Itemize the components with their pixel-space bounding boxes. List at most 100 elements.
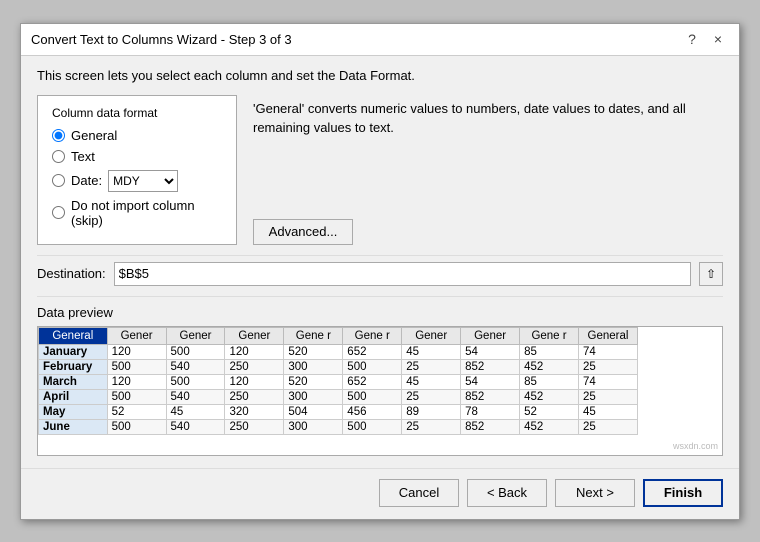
radio-skip-label: Do not import column (skip) bbox=[71, 198, 222, 228]
data-preview-section: Data preview GeneralGenerGenerGenerGene … bbox=[37, 296, 723, 456]
table-cell: 78 bbox=[461, 404, 520, 419]
table-cell: 52 bbox=[520, 404, 579, 419]
table-cell: 500 bbox=[166, 344, 225, 359]
table-cell: 85 bbox=[520, 344, 579, 359]
table-cell: 652 bbox=[343, 344, 402, 359]
preview-col-header[interactable]: Gener bbox=[225, 327, 284, 344]
table-cell: 452 bbox=[520, 389, 579, 404]
table-cell: 300 bbox=[284, 359, 343, 374]
close-button[interactable]: × bbox=[707, 28, 729, 50]
table-cell: 54 bbox=[461, 374, 520, 389]
watermark: wsxdn.com bbox=[673, 441, 718, 451]
table-cell: January bbox=[39, 344, 108, 359]
table-cell: 500 bbox=[343, 419, 402, 434]
table-cell: 25 bbox=[402, 389, 461, 404]
radio-date-row: Date: MDY DMY YMD bbox=[52, 170, 222, 192]
date-select[interactable]: MDY DMY YMD bbox=[108, 170, 178, 192]
data-preview-label: Data preview bbox=[37, 305, 723, 320]
table-cell: 540 bbox=[166, 359, 225, 374]
format-description: 'General' converts numeric values to num… bbox=[253, 99, 723, 138]
destination-row: Destination: ⇧ bbox=[37, 255, 723, 286]
table-cell: 250 bbox=[225, 359, 284, 374]
table-cell: 54 bbox=[461, 344, 520, 359]
preview-col-header[interactable]: Gene r bbox=[284, 327, 343, 344]
table-cell: 500 bbox=[343, 389, 402, 404]
title-bar-left: Convert Text to Columns Wizard - Step 3 … bbox=[31, 32, 292, 47]
advanced-button[interactable]: Advanced... bbox=[253, 219, 353, 245]
table-cell: 25 bbox=[578, 359, 637, 374]
dialog-content: This screen lets you select each column … bbox=[21, 56, 739, 468]
next-button[interactable]: Next > bbox=[555, 479, 635, 507]
table-cell: 89 bbox=[402, 404, 461, 419]
table-cell: 25 bbox=[402, 419, 461, 434]
table-cell: 45 bbox=[578, 404, 637, 419]
preview-col-header[interactable]: Gene r bbox=[343, 327, 402, 344]
table-cell: 74 bbox=[578, 374, 637, 389]
table-cell: 120 bbox=[225, 344, 284, 359]
table-cell: 652 bbox=[343, 374, 402, 389]
table-row: June5005402503005002585245225 bbox=[39, 419, 638, 434]
cancel-button[interactable]: Cancel bbox=[379, 479, 459, 507]
table-cell: 45 bbox=[166, 404, 225, 419]
table-cell: 852 bbox=[461, 359, 520, 374]
table-row: January12050012052065245548574 bbox=[39, 344, 638, 359]
footer: Cancel < Back Next > Finish bbox=[21, 468, 739, 519]
radio-text[interactable] bbox=[52, 150, 65, 163]
radio-skip[interactable] bbox=[52, 206, 65, 219]
table-row: February5005402503005002585245225 bbox=[39, 359, 638, 374]
preview-table-wrapper: GeneralGenerGenerGenerGene rGene rGenerG… bbox=[37, 326, 723, 456]
table-cell: April bbox=[39, 389, 108, 404]
radio-general[interactable] bbox=[52, 129, 65, 142]
table-cell: 45 bbox=[402, 374, 461, 389]
radio-text-row: Text bbox=[52, 149, 222, 164]
preview-header-row: GeneralGenerGenerGenerGene rGene rGenerG… bbox=[39, 327, 638, 344]
table-cell: 25 bbox=[578, 389, 637, 404]
right-panel: 'General' converts numeric values to num… bbox=[253, 95, 723, 245]
table-cell: 452 bbox=[520, 419, 579, 434]
table-cell: 852 bbox=[461, 389, 520, 404]
table-cell: 74 bbox=[578, 344, 637, 359]
table-cell: 500 bbox=[107, 419, 166, 434]
dialog-title: Convert Text to Columns Wizard - Step 3 … bbox=[31, 32, 292, 47]
table-cell: 300 bbox=[284, 419, 343, 434]
column-format-title: Column data format bbox=[52, 106, 222, 120]
table-cell: June bbox=[39, 419, 108, 434]
preview-col-header[interactable]: Gene r bbox=[520, 327, 579, 344]
preview-col-header[interactable]: General bbox=[578, 327, 637, 344]
table-cell: May bbox=[39, 404, 108, 419]
title-bar-buttons: ? × bbox=[681, 28, 729, 50]
table-cell: 452 bbox=[520, 359, 579, 374]
table-cell: 250 bbox=[225, 419, 284, 434]
finish-button[interactable]: Finish bbox=[643, 479, 723, 507]
table-cell: 120 bbox=[107, 344, 166, 359]
preview-body: January12050012052065245548574February50… bbox=[39, 344, 638, 434]
help-button[interactable]: ? bbox=[681, 28, 703, 50]
column-format-box: Column data format General Text Date: MD… bbox=[37, 95, 237, 245]
table-cell: 45 bbox=[402, 344, 461, 359]
preview-col-header[interactable]: General bbox=[39, 327, 108, 344]
table-cell: 520 bbox=[284, 374, 343, 389]
radio-skip-row: Do not import column (skip) bbox=[52, 198, 222, 228]
preview-col-header[interactable]: Gener bbox=[166, 327, 225, 344]
radio-general-row: General bbox=[52, 128, 222, 143]
preview-col-header[interactable]: Gener bbox=[402, 327, 461, 344]
table-row: May524532050445689785245 bbox=[39, 404, 638, 419]
table-cell: 520 bbox=[284, 344, 343, 359]
destination-icon-button[interactable]: ⇧ bbox=[699, 262, 723, 286]
table-cell: 120 bbox=[107, 374, 166, 389]
radio-text-label: Text bbox=[71, 149, 95, 164]
destination-input[interactable] bbox=[114, 262, 691, 286]
table-cell: 500 bbox=[166, 374, 225, 389]
table-cell: 85 bbox=[520, 374, 579, 389]
preview-table-container[interactable]: GeneralGenerGenerGenerGene rGene rGenerG… bbox=[38, 327, 722, 455]
table-cell: 25 bbox=[402, 359, 461, 374]
dialog: Convert Text to Columns Wizard - Step 3 … bbox=[20, 23, 740, 520]
table-cell: 52 bbox=[107, 404, 166, 419]
preview-col-header[interactable]: Gener bbox=[107, 327, 166, 344]
table-cell: 540 bbox=[166, 419, 225, 434]
preview-col-header[interactable]: Gener bbox=[461, 327, 520, 344]
table-cell: 852 bbox=[461, 419, 520, 434]
radio-date[interactable] bbox=[52, 174, 65, 187]
table-cell: 500 bbox=[107, 389, 166, 404]
back-button[interactable]: < Back bbox=[467, 479, 547, 507]
